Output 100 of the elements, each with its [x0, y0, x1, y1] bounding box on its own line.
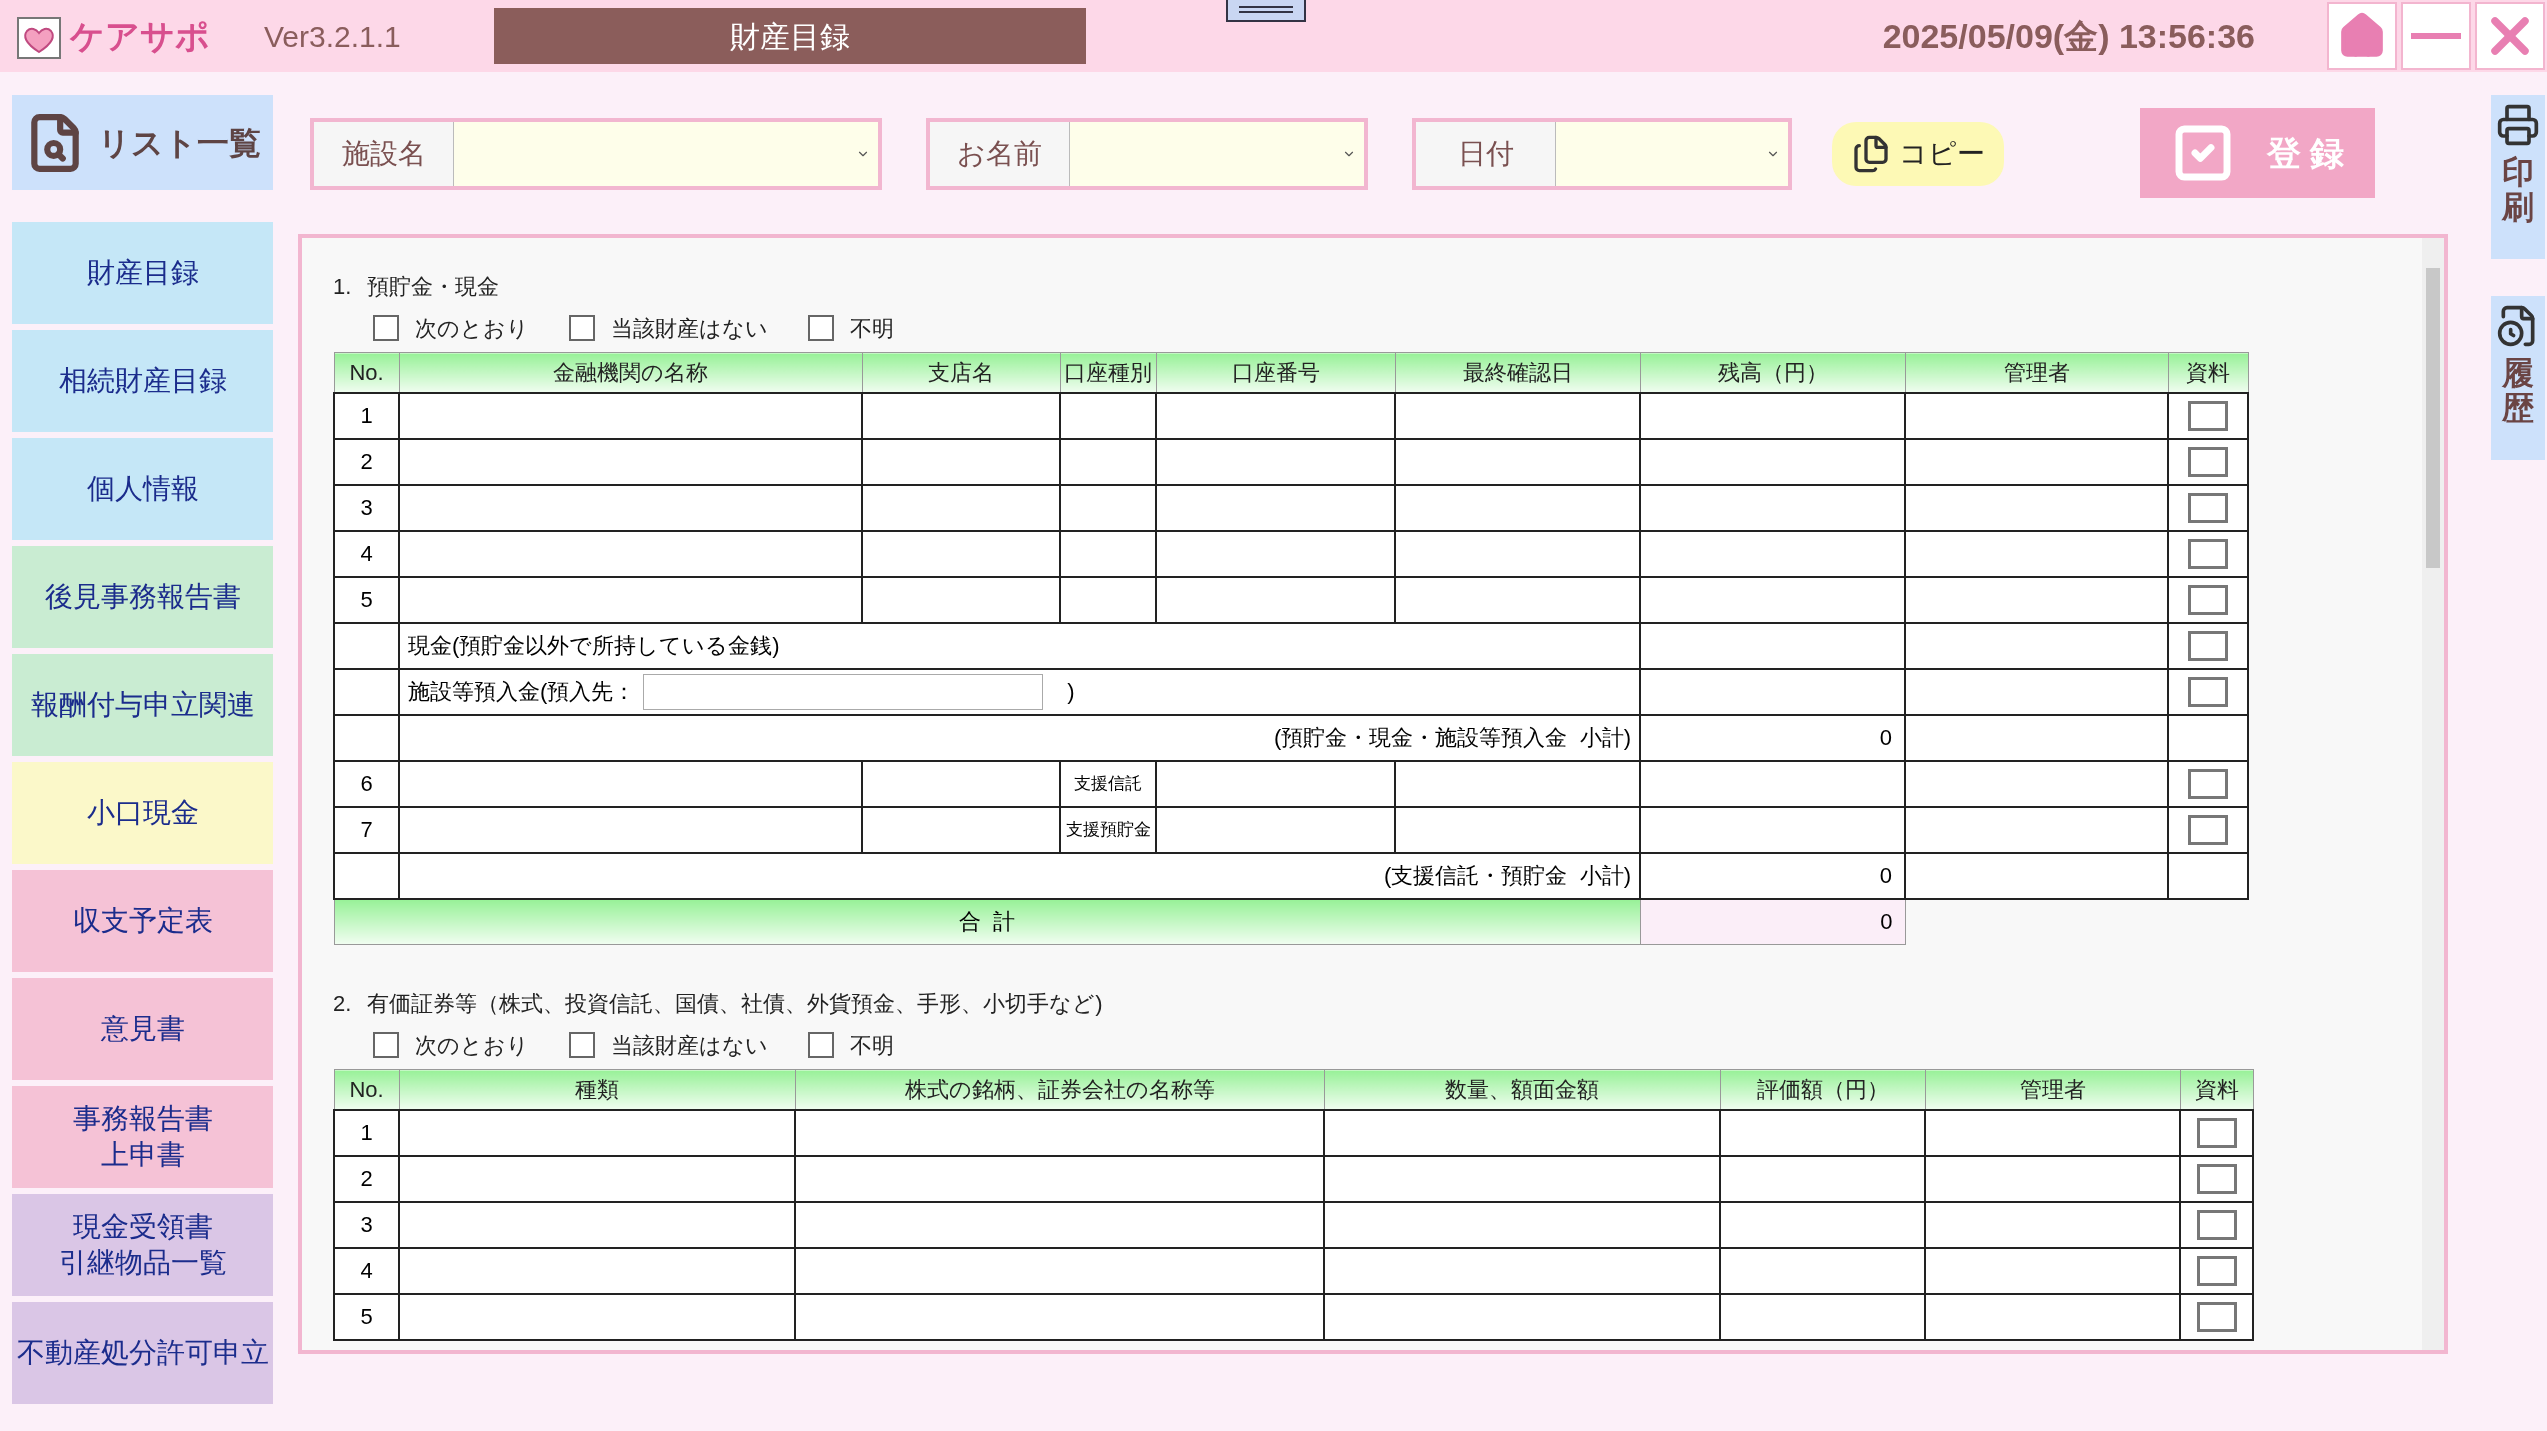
column-header: No. [334, 1069, 399, 1110]
checkbox-label: 不明 [850, 314, 894, 343]
table-cell: 支援信託 [1060, 760, 1156, 807]
section-title: 預貯金・現金 [367, 272, 500, 301]
checkbox[interactable] [2196, 1163, 2237, 1194]
checkbox[interactable] [373, 1032, 399, 1058]
column-header: No. [334, 352, 399, 393]
close-button[interactable] [2475, 2, 2545, 70]
row-number: 3 [334, 1201, 399, 1248]
row-number: 5 [334, 576, 399, 623]
column-header: 管理者 [1925, 1069, 2180, 1110]
dropdown-field[interactable] [454, 122, 878, 186]
checkbox[interactable] [808, 315, 834, 341]
row-number: 1 [334, 1109, 399, 1156]
history-button[interactable]: 履歴 [2491, 296, 2545, 460]
column-header: 口座種別 [1060, 352, 1156, 393]
column-header: 最終確認日 [1395, 352, 1640, 393]
column-header: 種類 [399, 1069, 795, 1110]
filter-label: 日付 [1416, 122, 1556, 186]
table-cell: 現金(預貯金以外で所持している金銭) [399, 622, 1640, 669]
row-number: 2 [334, 1155, 399, 1202]
checkbox-label: 当該財産はない [611, 1031, 768, 1060]
row-label: 施設等預入金(預入先： [408, 678, 636, 706]
row-number: 7 [334, 806, 399, 853]
checkbox-label: 次のとおり [415, 314, 529, 343]
filter-label: お名前 [930, 122, 1070, 186]
checkbox[interactable] [2196, 1301, 2237, 1332]
row-number: 4 [334, 1247, 399, 1294]
version-label: Ver3.2.1.1 [264, 18, 402, 55]
nav-item[interactable]: 意見書 [12, 978, 273, 1080]
nav-item[interactable]: 相続財産目録 [12, 330, 273, 432]
filter-label: 施設名 [314, 122, 454, 186]
nav-item[interactable]: 不動産処分許可申立 [12, 1302, 273, 1404]
checkbox[interactable] [2188, 676, 2228, 707]
dropdown-field[interactable] [1556, 122, 1788, 186]
copy-icon [1851, 134, 1891, 174]
row-number: 1 [334, 392, 399, 439]
copy-button[interactable]: コピー [1832, 122, 2004, 186]
nav-item[interactable]: 小口現金 [12, 762, 273, 864]
row-number: 2 [334, 438, 399, 485]
checkbox[interactable] [808, 1032, 834, 1058]
subtotal-value: 0 [1640, 852, 1905, 899]
section-title: 有価証券等（株式、投資信託、国債、社債、外貨預金、手形、小切手など) [367, 989, 1103, 1018]
subtotal-label: (支援信託・預貯金 小計) [399, 852, 1640, 899]
checkbox[interactable] [2188, 400, 2228, 431]
checkbox-label: 次のとおり [415, 1031, 529, 1060]
row-number: 6 [334, 760, 399, 807]
column-header: 評価額（円） [1720, 1069, 1925, 1110]
section-number: 2. [333, 989, 352, 1018]
input-field[interactable] [643, 673, 1044, 710]
checkbox[interactable] [2188, 538, 2228, 569]
checkbox[interactable] [2188, 814, 2228, 845]
nav-item[interactable]: 現金受領書 引継物品一覧 [12, 1194, 273, 1296]
nav-item[interactable]: 事務報告書 上申書 [12, 1086, 273, 1188]
row-label: ) [1067, 678, 1075, 706]
minimize-icon [2411, 33, 2461, 39]
checkbox[interactable] [2188, 630, 2228, 661]
drag-handle[interactable] [1226, 0, 1306, 22]
checkbox[interactable] [2188, 446, 2228, 477]
scrollbar[interactable] [2422, 238, 2444, 1350]
column-header: 株式の銘柄、証券会社の名称等 [795, 1069, 1324, 1110]
nav-item[interactable]: 収支予定表 [12, 870, 273, 972]
total-value: 0 [1640, 898, 1905, 945]
printer-icon [2496, 103, 2540, 147]
list-button[interactable]: リスト一覧 [12, 95, 273, 190]
checkbox-label: 当該財産はない [611, 314, 768, 343]
row-number: 4 [334, 530, 399, 577]
minimize-button[interactable] [2401, 2, 2471, 70]
nav-item[interactable]: 個人情報 [12, 438, 273, 540]
column-header: 支店名 [862, 352, 1060, 393]
column-header: 数量、額面金額 [1324, 1069, 1720, 1110]
nav-item[interactable]: 財産目録 [12, 222, 273, 324]
column-header: 残高（円） [1640, 352, 1905, 393]
column-header: 資料 [2180, 1069, 2253, 1110]
column-header: 口座番号 [1156, 352, 1395, 393]
column-header: 資料 [2168, 352, 2248, 393]
subtotal-value: 0 [1640, 714, 1905, 761]
checkbox[interactable] [569, 1032, 595, 1058]
home-button[interactable] [2327, 2, 2397, 70]
print-button[interactable]: 印刷 [2491, 95, 2545, 259]
checkbox[interactable] [373, 315, 399, 341]
checkbox[interactable] [2196, 1117, 2237, 1148]
checkbox[interactable] [2196, 1255, 2237, 1286]
checkbox[interactable] [2196, 1209, 2237, 1240]
checkbox[interactable] [2188, 492, 2228, 523]
row-number: 3 [334, 484, 399, 531]
table-cell: 支援預貯金 [1060, 806, 1156, 853]
subtotal-label: (預貯金・現金・施設等預入金 小計) [399, 714, 1640, 761]
checkbox[interactable] [2188, 768, 2228, 799]
dropdown-field[interactable] [1070, 122, 1364, 186]
nav-item[interactable]: 後見事務報告書 [12, 546, 273, 648]
section-number: 1. [333, 272, 352, 301]
column-header: 金融機関の名称 [399, 352, 862, 393]
window-title: 財産目録 [494, 8, 1086, 64]
checkbox[interactable] [569, 315, 595, 341]
nav-item[interactable]: 報酬付与申立関連 [12, 654, 273, 756]
app-logo: ケアサポ [70, 15, 210, 57]
column-header: 管理者 [1905, 352, 2168, 393]
checkbox[interactable] [2188, 584, 2228, 615]
checkbox-label: 不明 [850, 1031, 894, 1060]
